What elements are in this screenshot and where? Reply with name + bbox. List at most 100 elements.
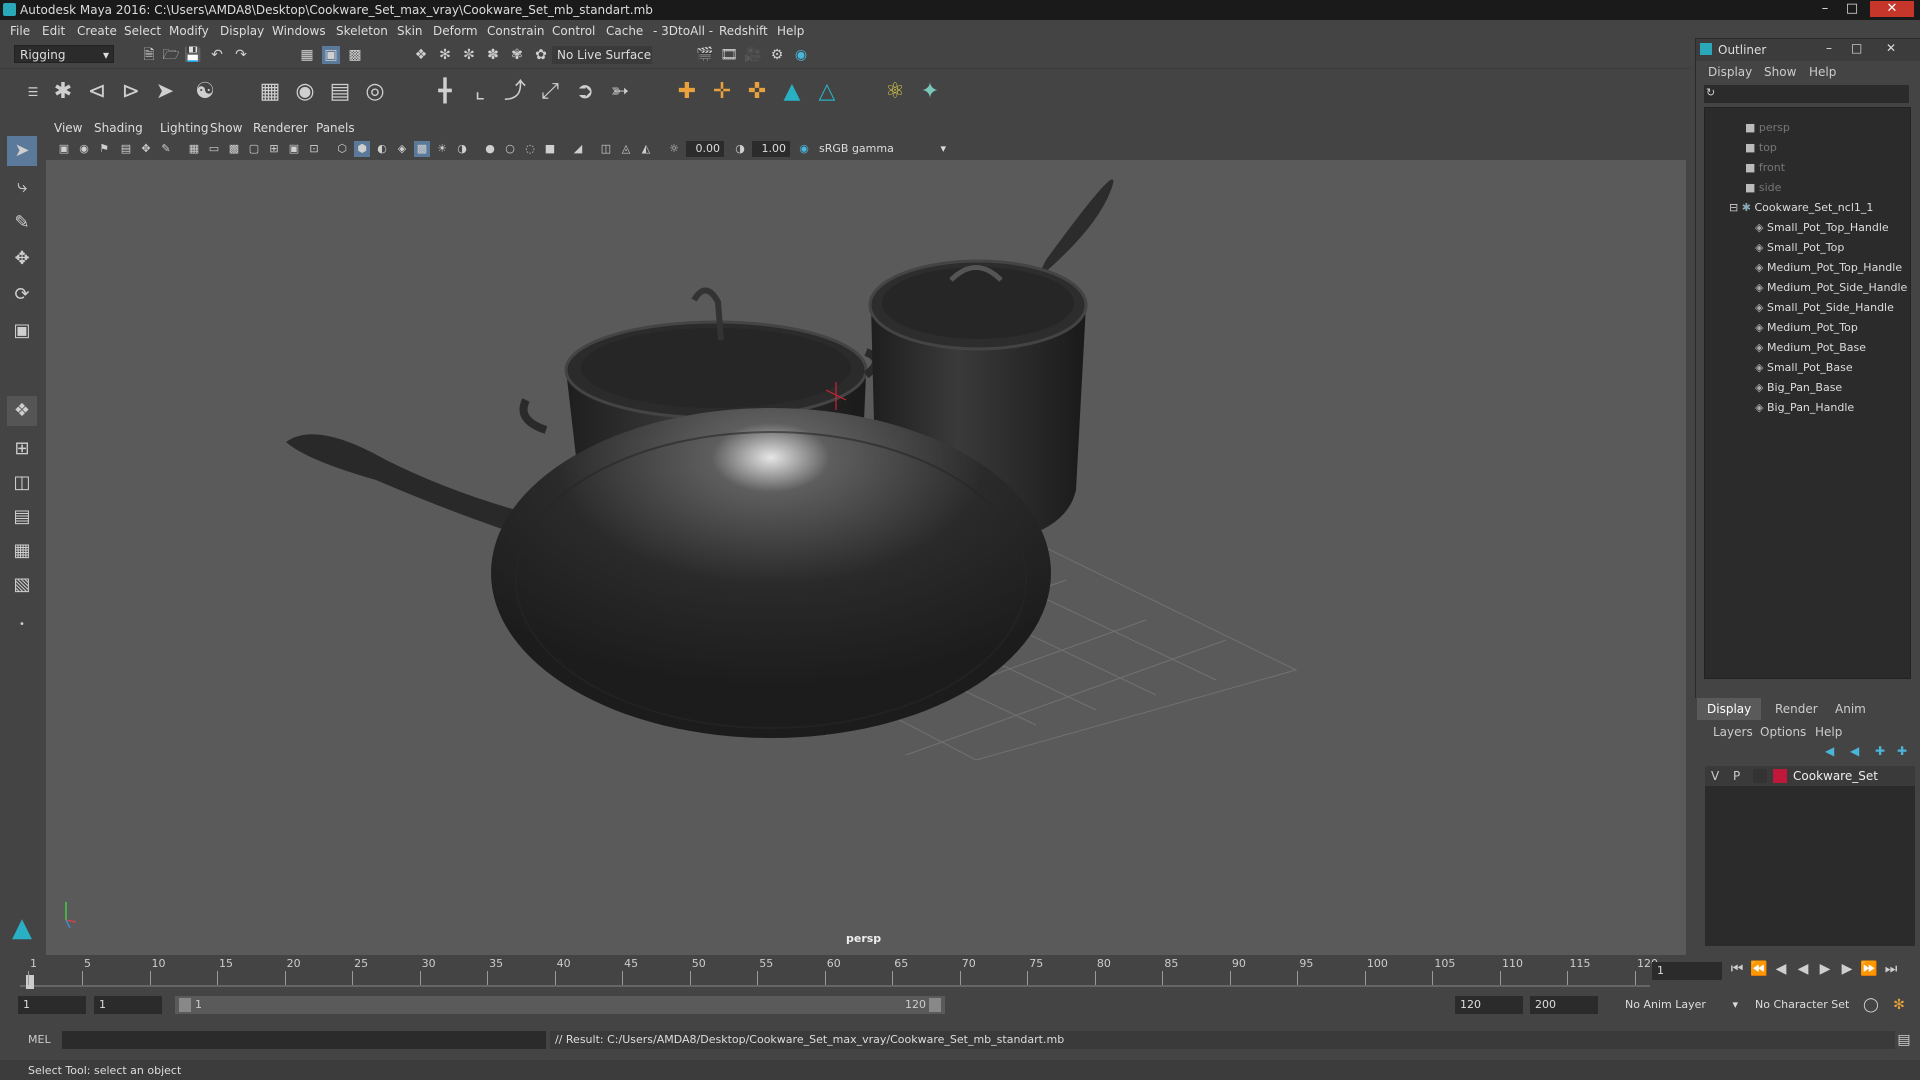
viewport-persp[interactable]: persp: [46, 160, 1686, 955]
outliner-menu-display[interactable]: Display: [1708, 65, 1752, 79]
view-transform-dropdown[interactable]: sRGB gamma ▾: [814, 141, 950, 157]
snap-curve-icon[interactable]: ✻: [436, 46, 454, 64]
lasso-tool-icon[interactable]: ⤷: [7, 172, 37, 202]
select-object-icon[interactable]: ▣: [322, 46, 340, 64]
hypershade-layout-icon[interactable]: ▧: [7, 570, 37, 600]
live-surface-field[interactable]: No Live Surface: [552, 46, 652, 64]
menu-edit[interactable]: Edit: [42, 24, 65, 38]
undo-icon[interactable]: ↶: [208, 46, 226, 64]
panel-menu-view[interactable]: View: [54, 121, 82, 135]
render-view-icon[interactable]: 🎬: [696, 46, 714, 64]
joint-tool-icon[interactable]: ✱: [48, 77, 78, 107]
render-frame-icon[interactable]: 🎞: [720, 46, 738, 64]
animation-start-field[interactable]: 1: [18, 996, 86, 1014]
camera-attributes-icon[interactable]: ▣: [56, 141, 72, 157]
select-hierarchy-icon[interactable]: ▦: [298, 46, 316, 64]
minimize-icon[interactable]: –: [1813, 1, 1837, 17]
outliner-minimize-icon[interactable]: –: [1826, 41, 1832, 55]
open-scene-icon[interactable]: 🗁: [162, 46, 180, 64]
xray-components-icon[interactable]: ◭: [638, 141, 654, 157]
range-start-handle[interactable]: [179, 998, 191, 1012]
step-forward-key-icon[interactable]: ⏩: [1860, 960, 1878, 978]
menu-constrain[interactable]: Constrain: [487, 24, 545, 38]
isolate-select-icon[interactable]: ◢: [570, 141, 586, 157]
more-layouts-icon[interactable]: •: [7, 610, 37, 640]
grease-pencil-icon[interactable]: ✎: [158, 141, 174, 157]
menu-skin[interactable]: Skin: [397, 24, 423, 38]
shelf-menu-icon[interactable]: ☰: [18, 77, 48, 107]
motion-blur-icon[interactable]: ○: [502, 141, 518, 157]
outliner-close-icon[interactable]: ✕: [1886, 41, 1896, 55]
layers-menu-options[interactable]: Options: [1760, 725, 1806, 739]
script-editor-icon[interactable]: ▤: [1895, 1031, 1913, 1049]
cluster-icon[interactable]: ◎: [360, 77, 390, 107]
snap-pivot-icon[interactable]: ✿: [532, 46, 550, 64]
panel-menu-show[interactable]: Show: [210, 121, 242, 135]
panel-menu-lighting[interactable]: Lighting: [160, 121, 209, 135]
outliner-item[interactable]: ■ top: [1745, 138, 1777, 158]
shadows-icon[interactable]: ◑: [454, 141, 470, 157]
range-slider[interactable]: 1 120: [175, 996, 945, 1014]
hypershade-icon[interactable]: ◉: [792, 46, 810, 64]
set-driven-key-icon[interactable]: ⚛: [880, 77, 910, 107]
image-plane-icon[interactable]: ▤: [118, 141, 134, 157]
new-layer-selected-icon[interactable]: ✚: [1897, 744, 1907, 758]
wireframe-on-shaded-icon[interactable]: ◈: [394, 141, 410, 157]
menu-skeleton[interactable]: Skeleton: [336, 24, 388, 38]
move-layer-down-icon[interactable]: ◀: [1850, 744, 1859, 758]
layer-visibility-toggle[interactable]: V: [1711, 769, 1719, 783]
orient-constraint-icon[interactable]: ⤴: [500, 77, 530, 107]
camera-select-icon[interactable]: ◉: [76, 141, 92, 157]
animation-prefs-icon[interactable]: ✻: [1890, 996, 1908, 1014]
menu-redshift[interactable]: Redshift: [719, 24, 768, 38]
menu-create[interactable]: Create: [77, 24, 117, 38]
maya-logo-alt-icon[interactable]: △: [812, 77, 842, 107]
outliner-layout-icon[interactable]: ▤: [7, 502, 37, 532]
outliner-item[interactable]: ◈ Small_Pot_Top: [1755, 238, 1844, 258]
pole-vector-icon[interactable]: ➳: [605, 77, 635, 107]
panel-menu-panels[interactable]: Panels: [316, 121, 355, 135]
outliner-menu-help[interactable]: Help: [1809, 65, 1836, 79]
layer-row[interactable]: V P Cookware_Set: [1705, 766, 1915, 786]
outliner-search-input[interactable]: ↻: [1704, 85, 1909, 103]
outliner-item[interactable]: ⊟ ✱ Cookware_Set_ncl1_1: [1729, 198, 1873, 218]
select-component-icon[interactable]: ▩: [346, 46, 364, 64]
outliner-item[interactable]: ■ persp: [1745, 118, 1790, 138]
mode-dropdown[interactable]: Rigging ▾: [14, 45, 114, 63]
safe-action-icon[interactable]: ▣: [286, 141, 302, 157]
menu-control[interactable]: Control: [552, 24, 595, 38]
outliner-item[interactable]: ◈ Small_Pot_Top_Handle: [1755, 218, 1889, 238]
maximize-icon[interactable]: □: [1840, 1, 1864, 17]
snap-grid-icon[interactable]: ❖: [412, 46, 430, 64]
scale-tool-icon[interactable]: ▣: [7, 316, 37, 346]
range-end-handle[interactable]: [929, 998, 941, 1012]
maya-logo-icon[interactable]: ▲: [777, 77, 807, 107]
script-mode-label[interactable]: MEL: [28, 1033, 51, 1046]
textured-icon[interactable]: ▩: [414, 141, 430, 157]
outliner-item[interactable]: ◈ Big_Pan_Base: [1755, 378, 1842, 398]
gate-mask-icon[interactable]: ▢: [246, 141, 262, 157]
snap-view-icon[interactable]: ✽: [484, 46, 502, 64]
auto-key-icon[interactable]: ◯: [1862, 996, 1880, 1014]
rotate-tool-icon[interactable]: ⟳: [7, 280, 37, 310]
ik-handle-icon[interactable]: ⊲: [82, 77, 112, 107]
four-view-icon[interactable]: ⊞: [7, 434, 37, 464]
exposure-field[interactable]: 0.00: [686, 141, 724, 157]
playback-start-field[interactable]: 1: [94, 996, 162, 1014]
maya-home-icon[interactable]: ▲: [7, 913, 37, 943]
play-forward-icon[interactable]: ▶: [1816, 960, 1834, 978]
outliner-item[interactable]: ■ front: [1745, 158, 1785, 178]
ipr-render-icon[interactable]: 🎥: [744, 46, 762, 64]
ik-spline-icon[interactable]: ⊳: [116, 77, 146, 107]
outliner-item[interactable]: ◈ Medium_Pot_Top_Handle: [1755, 258, 1902, 278]
locator-icon[interactable]: ✚: [672, 77, 702, 107]
playback-end-field[interactable]: 120: [1455, 996, 1523, 1014]
select-tool-icon[interactable]: ➤: [7, 136, 37, 166]
time-slider[interactable]: 1 5 10 15 20 25 30 35 40 45 50 55 60 65 70 75 80 85 90 95 10…: [20, 955, 1658, 989]
gamma-icon[interactable]: ◑: [732, 141, 748, 157]
menu-windows[interactable]: Windows: [272, 24, 326, 38]
default-material-icon[interactable]: ◐: [374, 141, 390, 157]
outliner-item[interactable]: ■ side: [1745, 178, 1781, 198]
safe-title-icon[interactable]: ⊡: [306, 141, 322, 157]
add-influence-icon[interactable]: ✛: [707, 77, 737, 107]
